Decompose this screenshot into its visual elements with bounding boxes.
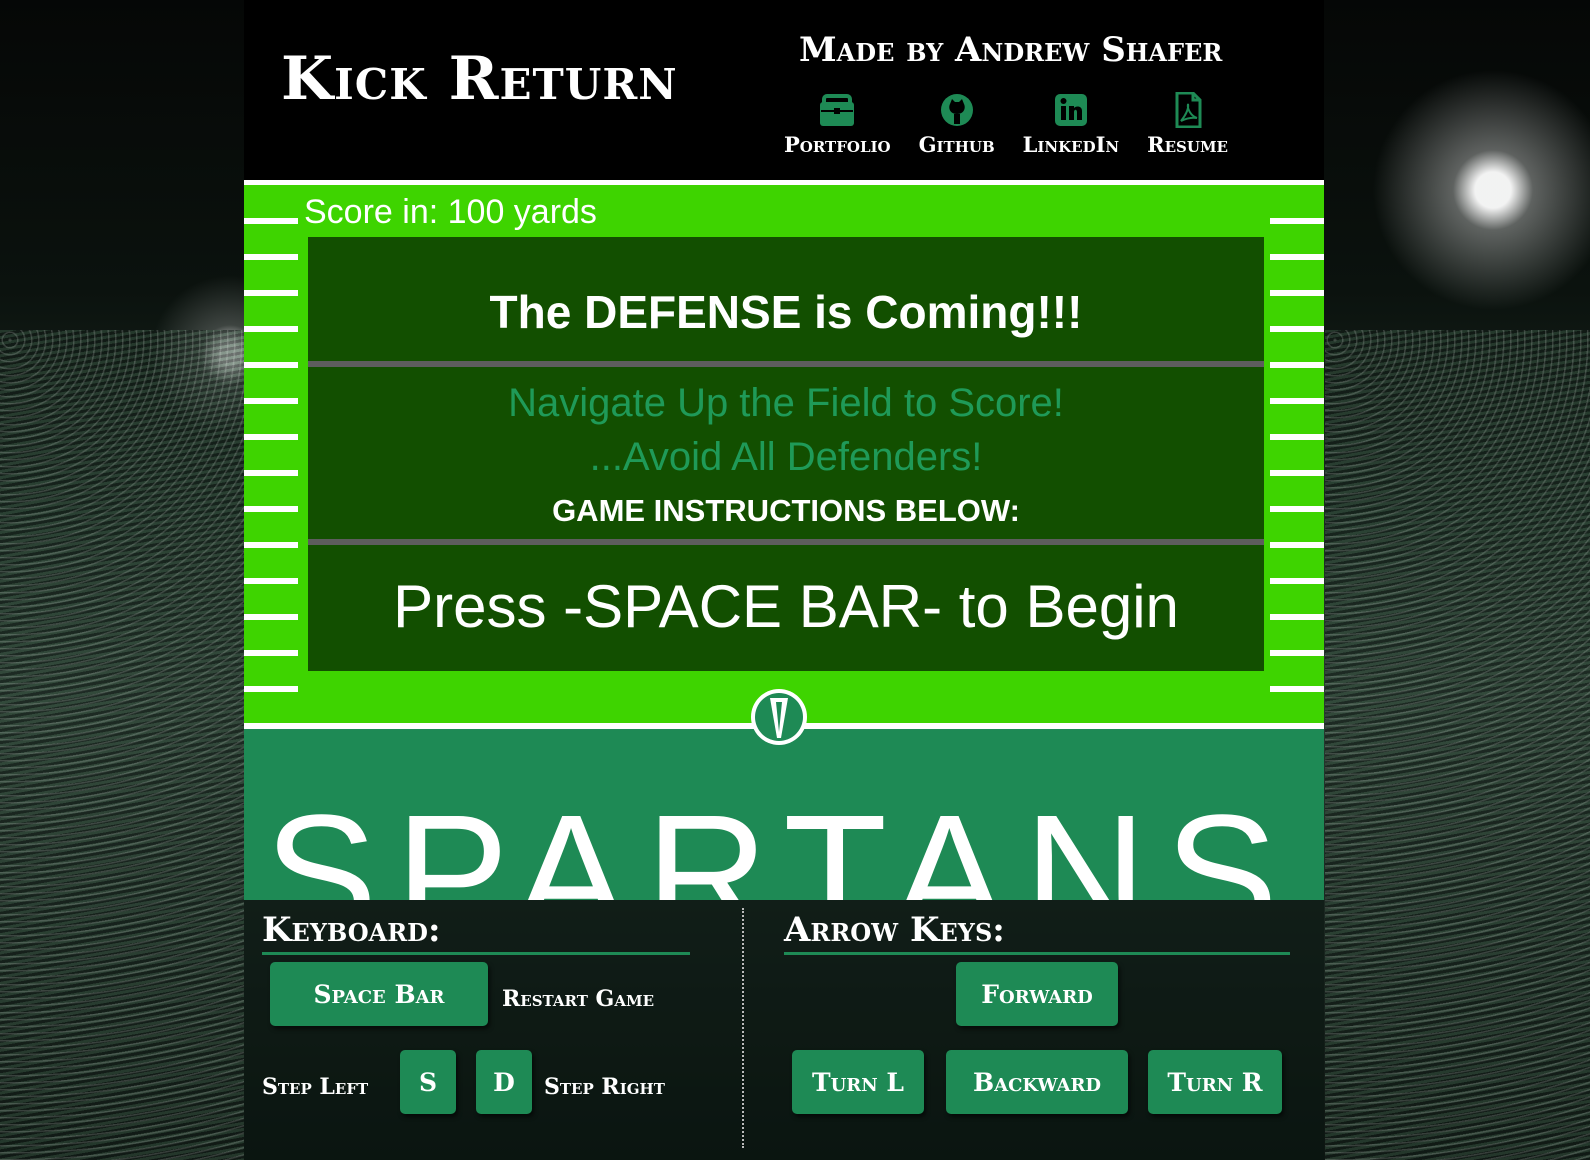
- yard-hash-mark: [244, 254, 298, 260]
- yard-hash-mark: [244, 290, 298, 296]
- yard-hash-mark: [1270, 326, 1324, 332]
- turn-right-button[interactable]: Turn R: [1148, 1050, 1282, 1114]
- controls-divider: [742, 908, 744, 1148]
- yard-hash-mark: [244, 398, 298, 404]
- yard-hash-mark: [1270, 614, 1324, 620]
- author-credit: Made by Andrew Shafer: [799, 30, 1223, 70]
- linkedin-icon: [1054, 94, 1087, 126]
- yard-hash-mark: [1270, 362, 1324, 368]
- yard-hash-mark: [244, 218, 298, 224]
- yard-hash-mark: [1270, 506, 1324, 512]
- yard-hash-mark: [1270, 650, 1324, 656]
- header: Kick Return Made by Andrew Shafer Portfo…: [244, 0, 1324, 180]
- yards-to-score: Score in: 100 yards: [304, 193, 597, 231]
- pdf-icon: [1175, 92, 1202, 128]
- github-link-label: Github: [918, 132, 995, 157]
- linkedin-link-label: LinkedIn: [1022, 132, 1120, 157]
- yard-hash-mark: [1270, 470, 1324, 476]
- yard-hash-mark: [244, 434, 298, 440]
- board-divider: [308, 539, 1264, 545]
- game-field[interactable]: Score in: 100 yards The DEFENSE is Comin…: [244, 180, 1324, 900]
- yard-hash-mark: [244, 650, 298, 656]
- backward-button[interactable]: Backward: [946, 1050, 1128, 1114]
- portfolio-link-label: Portfolio: [784, 132, 891, 157]
- board-subline-1: Navigate Up the Field to Score!: [508, 381, 1064, 425]
- space-bar-button[interactable]: Space Bar: [270, 962, 488, 1026]
- yard-hash-mark: [1270, 254, 1324, 260]
- spartan-helmet-icon: [751, 689, 807, 745]
- stadium-crowd-left: [0, 330, 244, 1160]
- portfolio-link[interactable]: Portfolio: [784, 92, 891, 157]
- start-prompt: Press -SPACE BAR- to Begin: [393, 573, 1179, 640]
- yard-hash-mark: [1270, 290, 1324, 296]
- yard-hash-mark: [1270, 398, 1324, 404]
- yard-hash-mark: [244, 614, 298, 620]
- yard-hash-mark: [1270, 434, 1324, 440]
- app: Kick Return Made by Andrew Shafer Portfo…: [244, 0, 1324, 1160]
- arrow-keys-section-title: Arrow Keys:: [784, 910, 1290, 955]
- linkedin-link[interactable]: LinkedIn: [1022, 92, 1120, 157]
- restart-game-label: Restart Game: [502, 986, 655, 1012]
- yard-hash-mark: [244, 362, 298, 368]
- controls-panel: Keyboard: Space Bar Restart Game Step Le…: [244, 900, 1324, 1160]
- stadium-crowd-right: [1325, 330, 1590, 1160]
- forward-button[interactable]: Forward: [956, 962, 1118, 1026]
- yard-hash-mark: [1270, 218, 1324, 224]
- s-key-button[interactable]: S: [400, 1050, 456, 1114]
- resume-link[interactable]: Resume: [1147, 92, 1228, 157]
- spartans-wordmark: SPARTANS: [264, 780, 1297, 900]
- message-board: The DEFENSE is Coming!!! Navigate Up the…: [308, 237, 1264, 671]
- board-subline-2: ...Avoid All Defenders!: [589, 435, 983, 479]
- d-key-button[interactable]: D: [476, 1050, 532, 1114]
- yard-hash-mark: [244, 506, 298, 512]
- instructions-label: GAME INSTRUCTIONS BELOW:: [552, 493, 1020, 528]
- turn-left-button[interactable]: Turn L: [792, 1050, 924, 1114]
- resume-link-label: Resume: [1147, 132, 1228, 157]
- step-left-label: Step Left: [262, 1074, 369, 1100]
- briefcase-icon: [820, 94, 855, 126]
- yard-hash-mark: [1270, 542, 1324, 548]
- yard-hash-mark: [244, 470, 298, 476]
- yard-hash-mark: [244, 542, 298, 548]
- board-divider: [308, 361, 1264, 367]
- turf: Score in: 100 yards The DEFENSE is Comin…: [244, 185, 1324, 723]
- yard-hash-mark: [1270, 686, 1324, 692]
- yard-hash-mark: [1270, 578, 1324, 584]
- github-link[interactable]: Github: [919, 92, 995, 157]
- game-title: Kick Return: [281, 44, 678, 114]
- yard-hash-mark: [244, 578, 298, 584]
- board-headline: The DEFENSE is Coming!!!: [489, 286, 1083, 338]
- social-links: Portfolio Github LinkedIn Resume: [784, 92, 1228, 157]
- step-right-label: Step Right: [544, 1074, 665, 1100]
- yard-hash-mark: [244, 326, 298, 332]
- github-icon: [940, 94, 973, 126]
- yard-hash-mark: [244, 686, 298, 692]
- keyboard-section-title: Keyboard:: [262, 910, 690, 955]
